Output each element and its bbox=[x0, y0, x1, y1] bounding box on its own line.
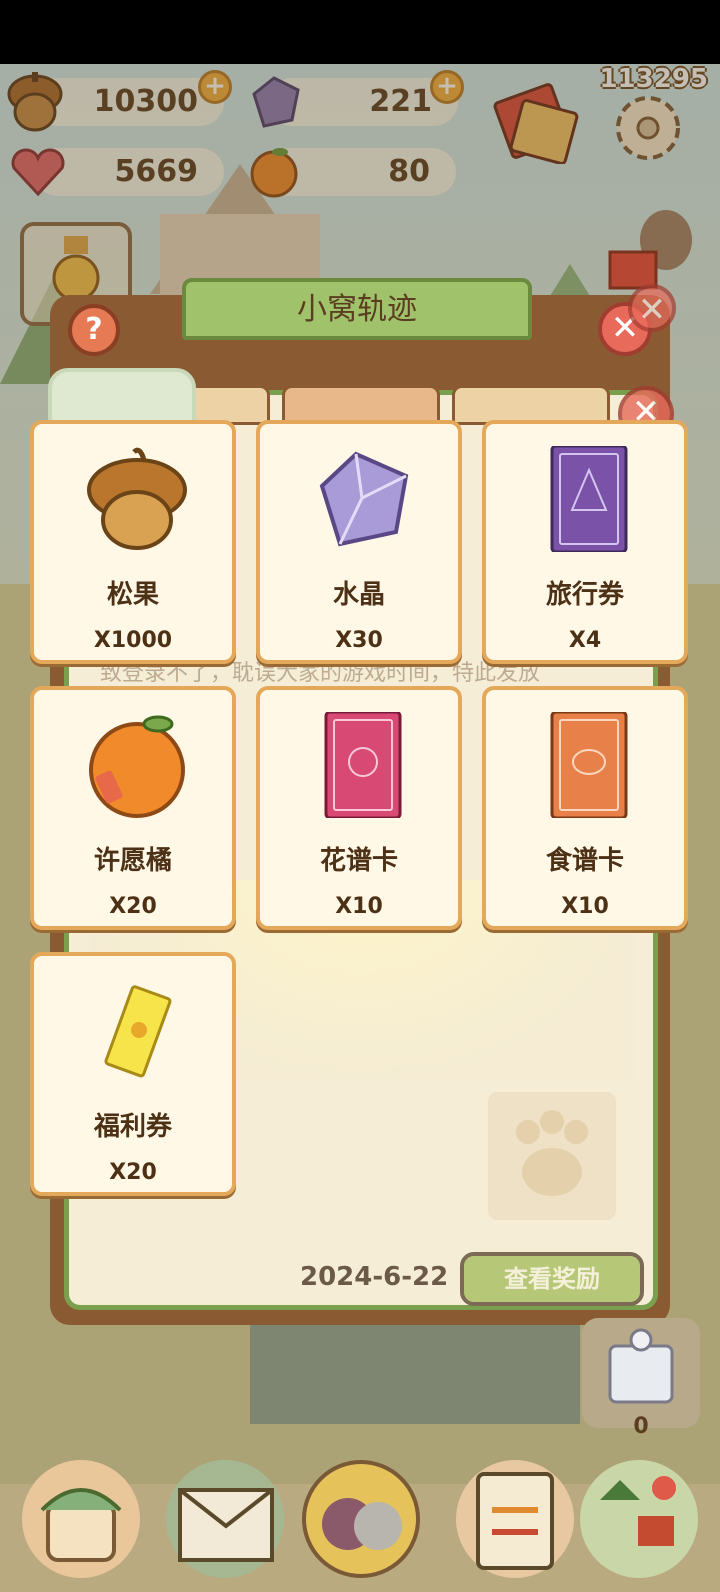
close-button-back[interactable]: ✕ bbox=[628, 284, 676, 332]
reward-qty: X20 bbox=[109, 1160, 157, 1185]
nav-friends-button[interactable] bbox=[302, 1460, 420, 1578]
clipboard-icon bbox=[476, 1472, 554, 1570]
nav-home-button[interactable] bbox=[22, 1460, 140, 1578]
reward-name: 福利券 bbox=[93, 1112, 172, 1142]
reward-card-crystal: 水晶 X30 bbox=[256, 420, 462, 664]
friends-icon bbox=[322, 1498, 402, 1550]
reward-name: 食谱卡 bbox=[545, 846, 624, 876]
reward-qty: X10 bbox=[335, 894, 383, 919]
reward-card-orange: 许愿橘 X20 bbox=[30, 686, 236, 930]
map-icon bbox=[600, 1476, 676, 1546]
wish-orange-icon bbox=[89, 715, 185, 818]
side-gift-button[interactable] bbox=[582, 1318, 700, 1428]
reward-name: 松果 bbox=[106, 580, 159, 610]
panel-title: 小窝轨迹 bbox=[182, 278, 532, 340]
reward-card-acorn: 松果 X1000 bbox=[30, 420, 236, 664]
acorn-icon bbox=[87, 447, 187, 550]
reward-qty: X4 bbox=[568, 628, 602, 653]
reward-card-recipe: 食谱卡 X10 bbox=[482, 686, 688, 930]
crystal-icon bbox=[319, 451, 409, 547]
reward-qty: X20 bbox=[109, 894, 157, 919]
flower-card-icon bbox=[324, 712, 402, 818]
reward-name: 许愿橘 bbox=[93, 846, 172, 876]
reward-name: 花谱卡 bbox=[319, 846, 398, 876]
tab-middle[interactable] bbox=[282, 385, 440, 425]
paw-stamp bbox=[488, 1092, 616, 1220]
reward-name: 水晶 bbox=[332, 580, 385, 610]
date-label: 2024-6-22 bbox=[300, 1262, 449, 1292]
reward-qty: X30 bbox=[335, 628, 383, 653]
mail-icon bbox=[178, 1488, 274, 1562]
gift-box-icon bbox=[608, 1328, 674, 1404]
reward-qty: X10 bbox=[561, 894, 609, 919]
travel-card-icon bbox=[550, 446, 628, 552]
help-button[interactable]: ? bbox=[68, 304, 120, 356]
view-reward-button[interactable]: 查看奖励 bbox=[460, 1252, 644, 1306]
reward-qty: X1000 bbox=[93, 628, 173, 653]
nav-mail-button[interactable] bbox=[166, 1460, 284, 1578]
panel-title-text: 小窝轨迹 bbox=[297, 292, 417, 327]
status-bar bbox=[0, 0, 720, 64]
paw-icon bbox=[516, 1110, 588, 1196]
house-icon bbox=[40, 1488, 122, 1562]
welfare-ticket-icon bbox=[104, 985, 172, 1078]
recipe-card-icon bbox=[550, 712, 628, 818]
reward-card-flower: 花谱卡 X10 bbox=[256, 686, 462, 930]
reward-card-travel: 旅行券 X4 bbox=[482, 420, 688, 664]
side-gift-count: 0 bbox=[633, 1414, 649, 1439]
reward-card-welfare: 福利券 X20 bbox=[30, 952, 236, 1196]
nav-tasks-button[interactable] bbox=[456, 1460, 574, 1578]
nav-map-button[interactable] bbox=[580, 1460, 698, 1578]
tab-right[interactable] bbox=[452, 385, 610, 425]
reward-name: 旅行券 bbox=[545, 580, 624, 610]
